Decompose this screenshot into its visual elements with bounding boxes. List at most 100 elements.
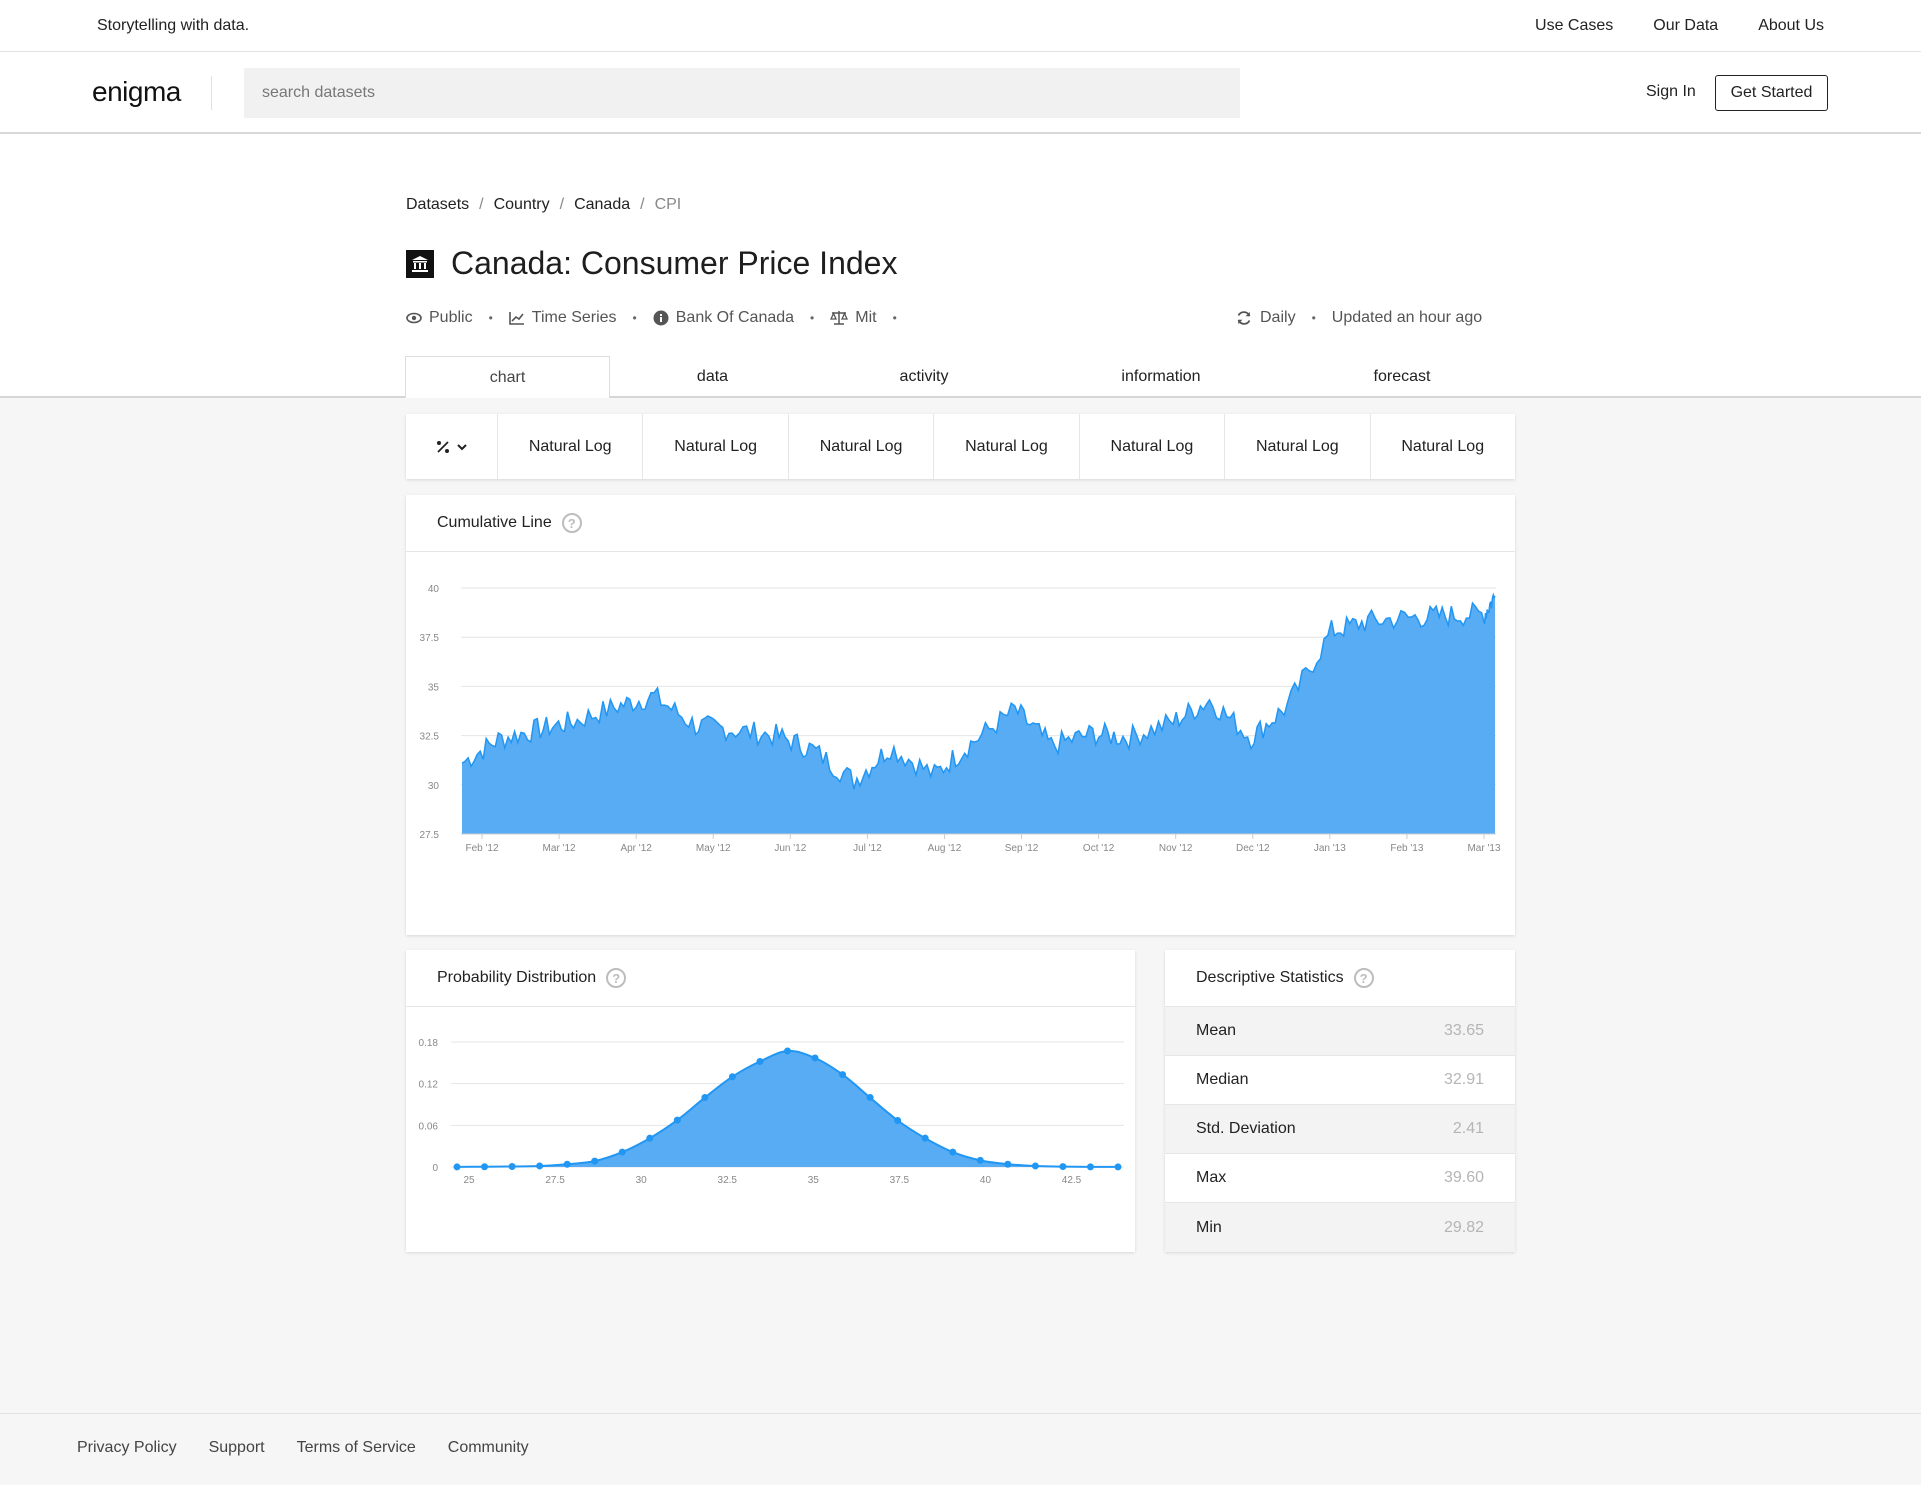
y-tick-label: 35 [428, 682, 440, 693]
help-icon[interactable]: ? [606, 968, 627, 988]
probability-distribution-title: Probability Distribution [437, 969, 597, 986]
y-tick-label: 0.12 [419, 1080, 439, 1091]
meta-separator: • [488, 311, 493, 325]
help-icon[interactable]: ? [1353, 968, 1374, 988]
stat-value: 39.60 [1443, 1169, 1484, 1186]
footer-support[interactable]: Support [209, 1439, 265, 1457]
breadcrumb-country[interactable]: Country [494, 196, 550, 214]
nav-use-cases[interactable]: Use Cases [1535, 17, 1613, 35]
data-point [921, 1134, 929, 1142]
natural-log-button[interactable]: Natural Log [1080, 414, 1226, 479]
get-started-button[interactable]: Get Started [1715, 75, 1828, 111]
descriptive-statistics-title: Descriptive Statistics [1196, 969, 1344, 986]
x-tick-label: Jun '12 [774, 843, 806, 854]
breadcrumb-datasets[interactable]: Datasets [406, 196, 469, 214]
natural-log-button[interactable]: Natural Log [498, 414, 644, 479]
logo[interactable]: enigma [92, 76, 181, 108]
tab-chart[interactable]: chart [405, 356, 610, 398]
footer-community[interactable]: Community [448, 1439, 529, 1457]
stat-row-median: Median 32.91 [1165, 1056, 1515, 1105]
tab-information[interactable]: information [1033, 356, 1289, 398]
tagline: Storytelling with data. [97, 17, 250, 34]
meta-separator: • [810, 311, 815, 325]
sign-in-link[interactable]: Sign In [1646, 83, 1696, 101]
footer-links: Privacy Policy Support Terms of Service … [77, 1439, 529, 1457]
refresh-icon [1237, 311, 1251, 325]
x-tick-label: Feb '12 [465, 843, 498, 854]
data-point [1059, 1163, 1067, 1171]
x-tick-label: Jul '12 [853, 843, 882, 854]
probability-distribution-chart[interactable]: 0 0.06 0.12 0.18 25 27.5 30 32.5 35 37.5 40 42.5 [406, 1007, 1135, 1251]
tab-forecast[interactable]: forecast [1289, 356, 1515, 398]
stat-row-min: Min 29.82 [1165, 1203, 1515, 1252]
x-tick-label: Oct '12 [1083, 843, 1115, 854]
data-point [1086, 1163, 1094, 1171]
y-tick-label: 27.5 [420, 830, 440, 841]
meta-separator: • [1311, 311, 1316, 325]
y-tick-label: 0.18 [419, 1038, 439, 1049]
breadcrumb: Datasets / Country / Canada / CPI [406, 196, 681, 214]
tab-data[interactable]: data [610, 356, 815, 398]
natural-log-button[interactable]: Natural Log [643, 414, 789, 479]
meta-source-label[interactable]: Bank Of Canada [676, 309, 794, 327]
data-point [646, 1134, 654, 1142]
data-point [1114, 1163, 1122, 1171]
nav-our-data[interactable]: Our Data [1653, 17, 1718, 35]
percent-dropdown[interactable] [406, 414, 498, 479]
y-tick-label: 40 [428, 584, 440, 595]
data-point [894, 1116, 902, 1124]
data-point [453, 1163, 461, 1171]
footer: Privacy Policy Support Terms of Service … [0, 1413, 1921, 1485]
data-point [701, 1094, 709, 1102]
natural-log-button[interactable]: Natural Log [1371, 414, 1515, 479]
natural-log-button[interactable]: Natural Log [789, 414, 935, 479]
stat-label: Median [1196, 1071, 1249, 1088]
meta-type-label: Time Series [531, 309, 617, 326]
cumulative-line-chart[interactable]: 27.5 30 32.5 35 37.5 40 Feb '12 Mar '12 Apr '12 M… [406, 552, 1515, 934]
y-tick-label: 0 [432, 1163, 438, 1174]
x-tick-label: May '12 [696, 843, 731, 854]
stat-row-max: Max 39.60 [1165, 1154, 1515, 1203]
scale-icon [830, 311, 849, 325]
help-icon[interactable]: ? [561, 513, 582, 533]
x-tick-label: Sep '12 [1005, 843, 1039, 854]
transform-toolbar: Natural Log Natural Log Natural Log Natu… [406, 414, 1515, 479]
footer-privacy-policy[interactable]: Privacy Policy [77, 1439, 177, 1457]
x-tick-label: 42.5 [1062, 1175, 1082, 1186]
nav-about-us[interactable]: About Us [1758, 17, 1824, 35]
meta-frequency: Daily [1260, 309, 1296, 326]
x-tick-label: 37.5 [890, 1175, 910, 1186]
breadcrumb-canada[interactable]: Canada [574, 196, 630, 214]
x-tick-label: 35 [808, 1175, 820, 1186]
x-tick-label: Apr '12 [620, 843, 652, 854]
stat-value: 32.91 [1443, 1071, 1484, 1088]
info-icon [653, 310, 669, 326]
meta-license: Mit [830, 309, 877, 327]
data-point [811, 1054, 819, 1062]
data-point [618, 1148, 626, 1156]
y-tick-label: 32.5 [420, 732, 440, 743]
stats-table: Mean 33.65 Median 32.91 Std. Deviation 2… [1165, 1007, 1515, 1252]
meta-separator: • [632, 311, 637, 325]
data-point [508, 1163, 516, 1171]
cumulative-area [462, 595, 1495, 834]
data-point [1031, 1162, 1039, 1170]
search-input[interactable] [244, 68, 1240, 118]
natural-log-button[interactable]: Natural Log [1225, 414, 1371, 479]
stat-label: Std. Deviation [1196, 1120, 1296, 1137]
x-tick-label: 32.5 [718, 1175, 738, 1186]
x-tick-label: Nov '12 [1159, 843, 1193, 854]
y-tick-label: 30 [428, 781, 440, 792]
natural-log-button[interactable]: Natural Log [934, 414, 1080, 479]
stat-label: Mean [1196, 1022, 1237, 1039]
data-point [839, 1071, 847, 1079]
stat-value: 2.41 [1452, 1120, 1484, 1137]
top-nav: Use Cases Our Data About Us [1535, 17, 1824, 35]
x-tick-label: 25 [463, 1175, 475, 1186]
x-tick-label: 30 [636, 1175, 648, 1186]
chevron-down-icon [456, 443, 467, 450]
footer-terms-of-service[interactable]: Terms of Service [297, 1439, 416, 1457]
data-point [1004, 1160, 1012, 1168]
tab-activity[interactable]: activity [815, 356, 1033, 398]
data-point [784, 1047, 791, 1055]
